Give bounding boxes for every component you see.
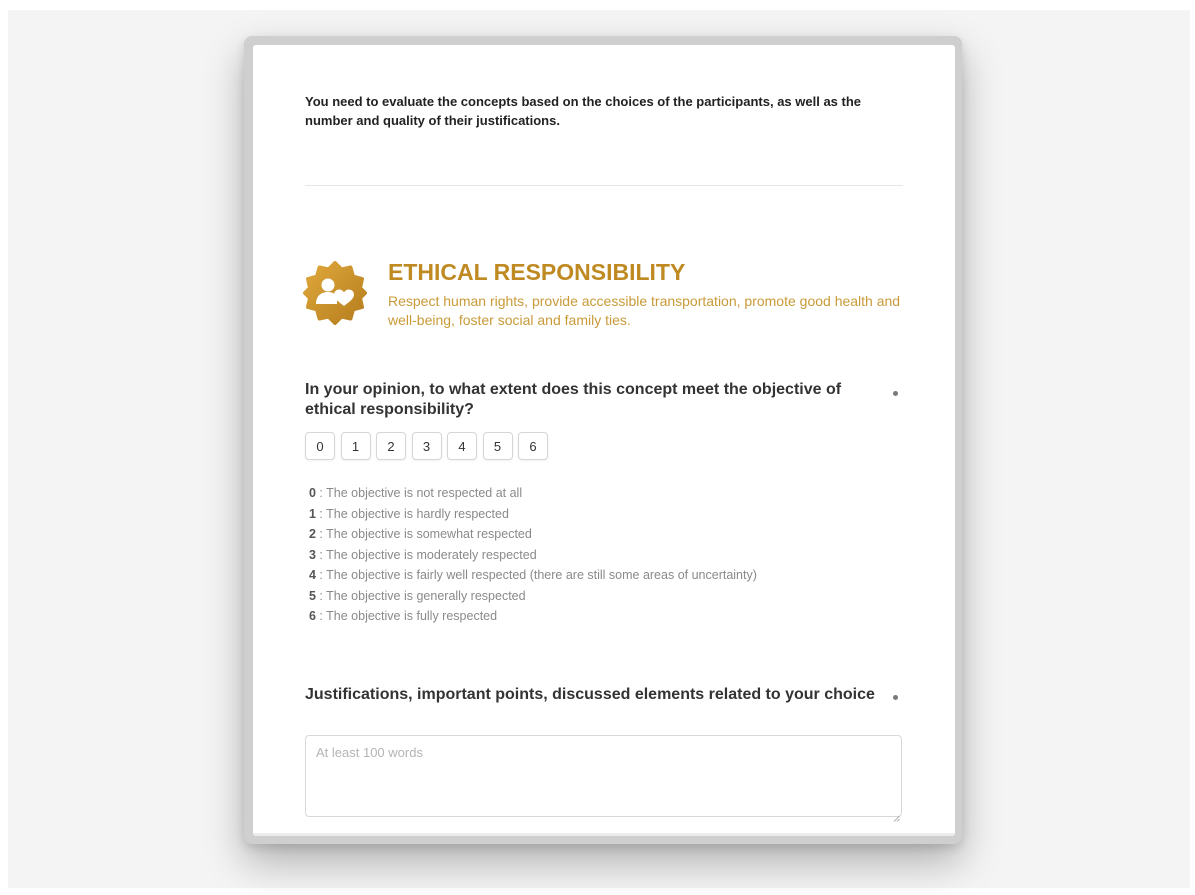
rating-option-2[interactable]: 2 [376,432,406,460]
people-heart-badge-icon [303,261,367,325]
legend-item: 5 : The objective is generally respected [309,588,526,603]
survey-card: You need to evaluate the concepts based … [253,45,955,836]
question-justification-label: Justifications, important points, discus… [305,686,875,703]
resize-handle-icon[interactable] [893,809,900,822]
card-bottom-edge [253,833,955,836]
rating-option-0[interactable]: 0 [305,432,335,460]
legend-item: 3 : The objective is moderately respecte… [309,547,537,562]
legend-key: 4 [309,568,316,582]
question-rating-label: In your opinion, to what extent does thi… [305,381,842,418]
section-title: ETHICAL RESPONSIBILITY [388,259,686,285]
legend-key: 5 [309,588,316,603]
legend-key: 1 [309,506,316,521]
section-divider [305,185,903,186]
legend-text: The objective is fully respected [326,609,498,623]
legend-key: 0 [309,486,316,500]
legend-text: The objective is moderately respected [326,547,537,562]
legend-text: The objective is hardly respected [326,506,509,521]
legend-key: 3 [309,547,316,562]
legend-text: The objective is not respected at all [326,486,523,500]
rating-scale: 0 1 2 3 4 5 6 [305,432,554,460]
rating-option-4[interactable]: 4 [447,432,477,460]
rating-option-3[interactable]: 3 [411,432,442,460]
legend-key: 6 [309,609,316,623]
legend-key: 2 [309,527,316,541]
required-indicator [893,391,898,396]
required-indicator [893,695,898,700]
section-description: Respect human rights, provide accessible… [388,293,901,328]
legend-text: The objective is generally respected [326,588,526,603]
justification-textarea[interactable] [305,735,902,817]
rating-legend: 0 : The objective is not respected at al… [309,483,757,627]
legend-text: The objective is somewhat respected [326,527,532,541]
intro-text: You need to evaluate the concepts based … [305,94,862,128]
legend-item: 1 : The objective is hardly respected [309,506,509,521]
legend-item: 6 : The objective is fully respected [309,609,498,623]
rating-option-5[interactable]: 5 [482,432,513,460]
legend-item: 0 : The objective is not respected at al… [309,486,523,500]
legend-text: The objective is fairly well respected (… [326,568,757,582]
legend-item: 2 : The objective is somewhat respected [309,527,532,541]
rating-option-1[interactable]: 1 [340,432,371,460]
rating-option-6[interactable]: 6 [518,432,548,460]
legend-item: 4 : The objective is fairly well respect… [309,568,757,582]
